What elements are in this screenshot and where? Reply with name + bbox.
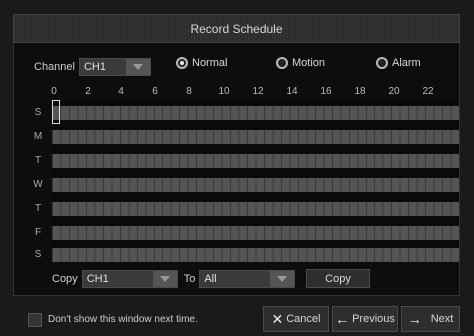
copy-button[interactable]: Copy [306, 269, 370, 288]
day-label: T [34, 155, 42, 166]
previous-button[interactable]: ← Previous [332, 306, 398, 332]
dialog-title-bar: Record Schedule [13, 14, 460, 43]
time-slots[interactable] [52, 130, 459, 144]
day-label: W [33, 179, 43, 190]
mode-radio-alarm[interactable]: Alarm [376, 57, 421, 69]
day-label: M [33, 131, 43, 142]
arrow-right-icon: → [407, 311, 422, 327]
cancel-button[interactable]: ✕ Cancel [263, 306, 329, 332]
copy-from-select[interactable]: CH1 [81, 270, 178, 288]
dialog-title: Record Schedule [190, 21, 283, 36]
hour-label: 2 [85, 86, 91, 97]
day-schedule-row[interactable] [52, 248, 459, 262]
day-label: T [34, 203, 42, 214]
hour-label: 6 [152, 86, 158, 97]
radio-unselected-icon [276, 57, 288, 69]
dont-show-checkbox[interactable] [28, 313, 42, 327]
next-label: Next [430, 313, 454, 325]
channel-row: Channel CH1 [34, 58, 151, 76]
day-schedule-row[interactable] [52, 178, 459, 192]
dont-show-label: Don't show this window next time. [48, 314, 198, 325]
radio-unselected-icon [376, 57, 388, 69]
chevron-down-icon [125, 59, 150, 75]
copy-label: Copy [52, 273, 78, 285]
chevron-down-icon [152, 271, 177, 287]
channel-select-value: CH1 [83, 61, 106, 73]
mode-radio-normal[interactable]: Normal [176, 57, 227, 69]
mode-label-normal: Normal [192, 57, 228, 69]
time-slots[interactable] [52, 202, 459, 216]
time-slots[interactable] [52, 248, 459, 262]
time-slots[interactable] [52, 106, 459, 120]
time-slots[interactable] [52, 178, 459, 192]
close-icon: ✕ [271, 310, 284, 327]
time-slots[interactable] [52, 154, 459, 168]
mode-label-alarm: Alarm [392, 57, 421, 69]
day-schedule-row[interactable] [52, 130, 459, 144]
previous-label: Previous [352, 313, 395, 325]
hour-label: 22 [422, 86, 434, 97]
copy-row: Copy CH1 To All [52, 270, 296, 288]
hour-label: 0 [51, 86, 57, 97]
cancel-label: Cancel [286, 313, 321, 325]
day-label: S [34, 107, 42, 118]
hour-label: 10 [218, 86, 230, 97]
mode-radio-motion[interactable]: Motion [276, 57, 325, 69]
hour-label: 16 [320, 86, 332, 97]
time-slots[interactable] [52, 226, 459, 240]
channel-label: Channel [34, 61, 75, 73]
mode-label-motion: Motion [292, 57, 326, 69]
day-label: F [34, 227, 42, 238]
copy-button-label: Copy [325, 272, 351, 285]
day-schedule-row[interactable] [52, 226, 459, 240]
day-schedule-row[interactable] [52, 154, 459, 168]
hour-label: 20 [388, 86, 400, 97]
channel-select[interactable]: CH1 [78, 58, 151, 76]
copy-to-label: To [183, 273, 196, 285]
day-label: S [34, 249, 42, 260]
chevron-down-icon [270, 271, 295, 287]
day-schedule-row[interactable] [52, 202, 459, 216]
copy-to-value: All [204, 273, 217, 285]
grid-cursor [52, 100, 60, 124]
hour-label: 8 [186, 86, 192, 97]
day-schedule-row[interactable] [52, 106, 459, 120]
next-button[interactable]: → Next [401, 306, 460, 332]
copy-from-value: CH1 [86, 273, 109, 285]
arrow-left-icon: ← [335, 311, 350, 327]
hour-label: 14 [286, 86, 298, 97]
copy-to-select[interactable]: All [199, 270, 296, 288]
hour-label: 18 [354, 86, 366, 97]
hour-label: 12 [252, 86, 264, 97]
hour-label: 4 [118, 86, 124, 97]
radio-selected-icon [176, 57, 188, 69]
